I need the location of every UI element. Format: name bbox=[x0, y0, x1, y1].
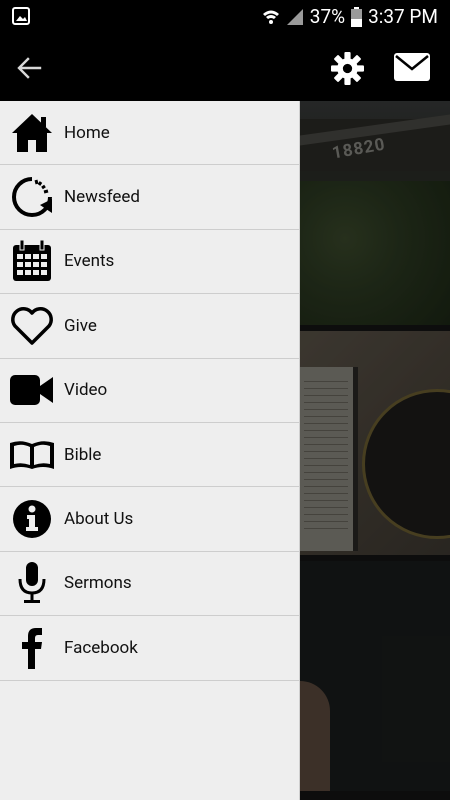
menu-item-events[interactable]: Events bbox=[0, 229, 299, 295]
refresh-icon bbox=[0, 165, 64, 229]
signal-icon bbox=[286, 8, 303, 25]
battery-icon bbox=[351, 6, 363, 27]
menu-label: Video bbox=[64, 380, 108, 401]
menu-label: Sermons bbox=[64, 573, 132, 594]
menu-label: Bible bbox=[64, 444, 102, 465]
menu-label: Home bbox=[64, 122, 110, 143]
menu-item-home[interactable]: Home bbox=[0, 101, 299, 166]
menu-item-about-us[interactable]: About Us bbox=[0, 487, 299, 552]
background-content: 18820 bbox=[300, 101, 450, 800]
menu-item-bible[interactable]: Bible bbox=[0, 423, 299, 488]
menu-item-facebook[interactable]: Facebook bbox=[0, 616, 299, 681]
menu-label: Facebook bbox=[64, 637, 138, 658]
heart-icon bbox=[0, 294, 64, 358]
menu-label: Events bbox=[64, 251, 115, 272]
menu-item-sermons[interactable]: Sermons bbox=[0, 551, 299, 617]
calendar-icon bbox=[0, 229, 64, 293]
menu-item-video[interactable]: Video bbox=[0, 359, 299, 423]
facebook-icon bbox=[0, 616, 64, 680]
gallery-icon bbox=[12, 7, 30, 25]
home-icon bbox=[0, 101, 64, 165]
drawer-scrim[interactable] bbox=[300, 101, 450, 800]
app-toolbar bbox=[0, 33, 450, 101]
menu-label: Newsfeed bbox=[64, 187, 141, 208]
battery-percent: 37% bbox=[309, 5, 346, 28]
microphone-icon bbox=[0, 551, 64, 615]
status-right: 37% 3:37 PM bbox=[262, 0, 438, 33]
wifi-icon bbox=[262, 10, 279, 24]
back-arrow-icon[interactable] bbox=[16, 55, 42, 81]
menu-item-give[interactable]: Give bbox=[0, 294, 299, 359]
info-icon bbox=[0, 487, 64, 551]
navigation-drawer: Home Newsfeed Events Give Video Bible Ab… bbox=[0, 101, 300, 800]
open-book-icon bbox=[0, 423, 64, 487]
video-camera-icon bbox=[0, 358, 64, 422]
drawer-menu: Home Newsfeed Events Give Video Bible Ab… bbox=[0, 101, 299, 681]
status-bar: 37% 3:37 PM bbox=[0, 0, 450, 33]
clock: 3:37 PM bbox=[368, 5, 438, 28]
gear-icon[interactable] bbox=[331, 52, 364, 85]
menu-label: About Us bbox=[64, 509, 134, 530]
menu-label: Give bbox=[64, 315, 97, 336]
mail-icon[interactable] bbox=[394, 53, 430, 81]
menu-item-newsfeed[interactable]: Newsfeed bbox=[0, 165, 299, 230]
